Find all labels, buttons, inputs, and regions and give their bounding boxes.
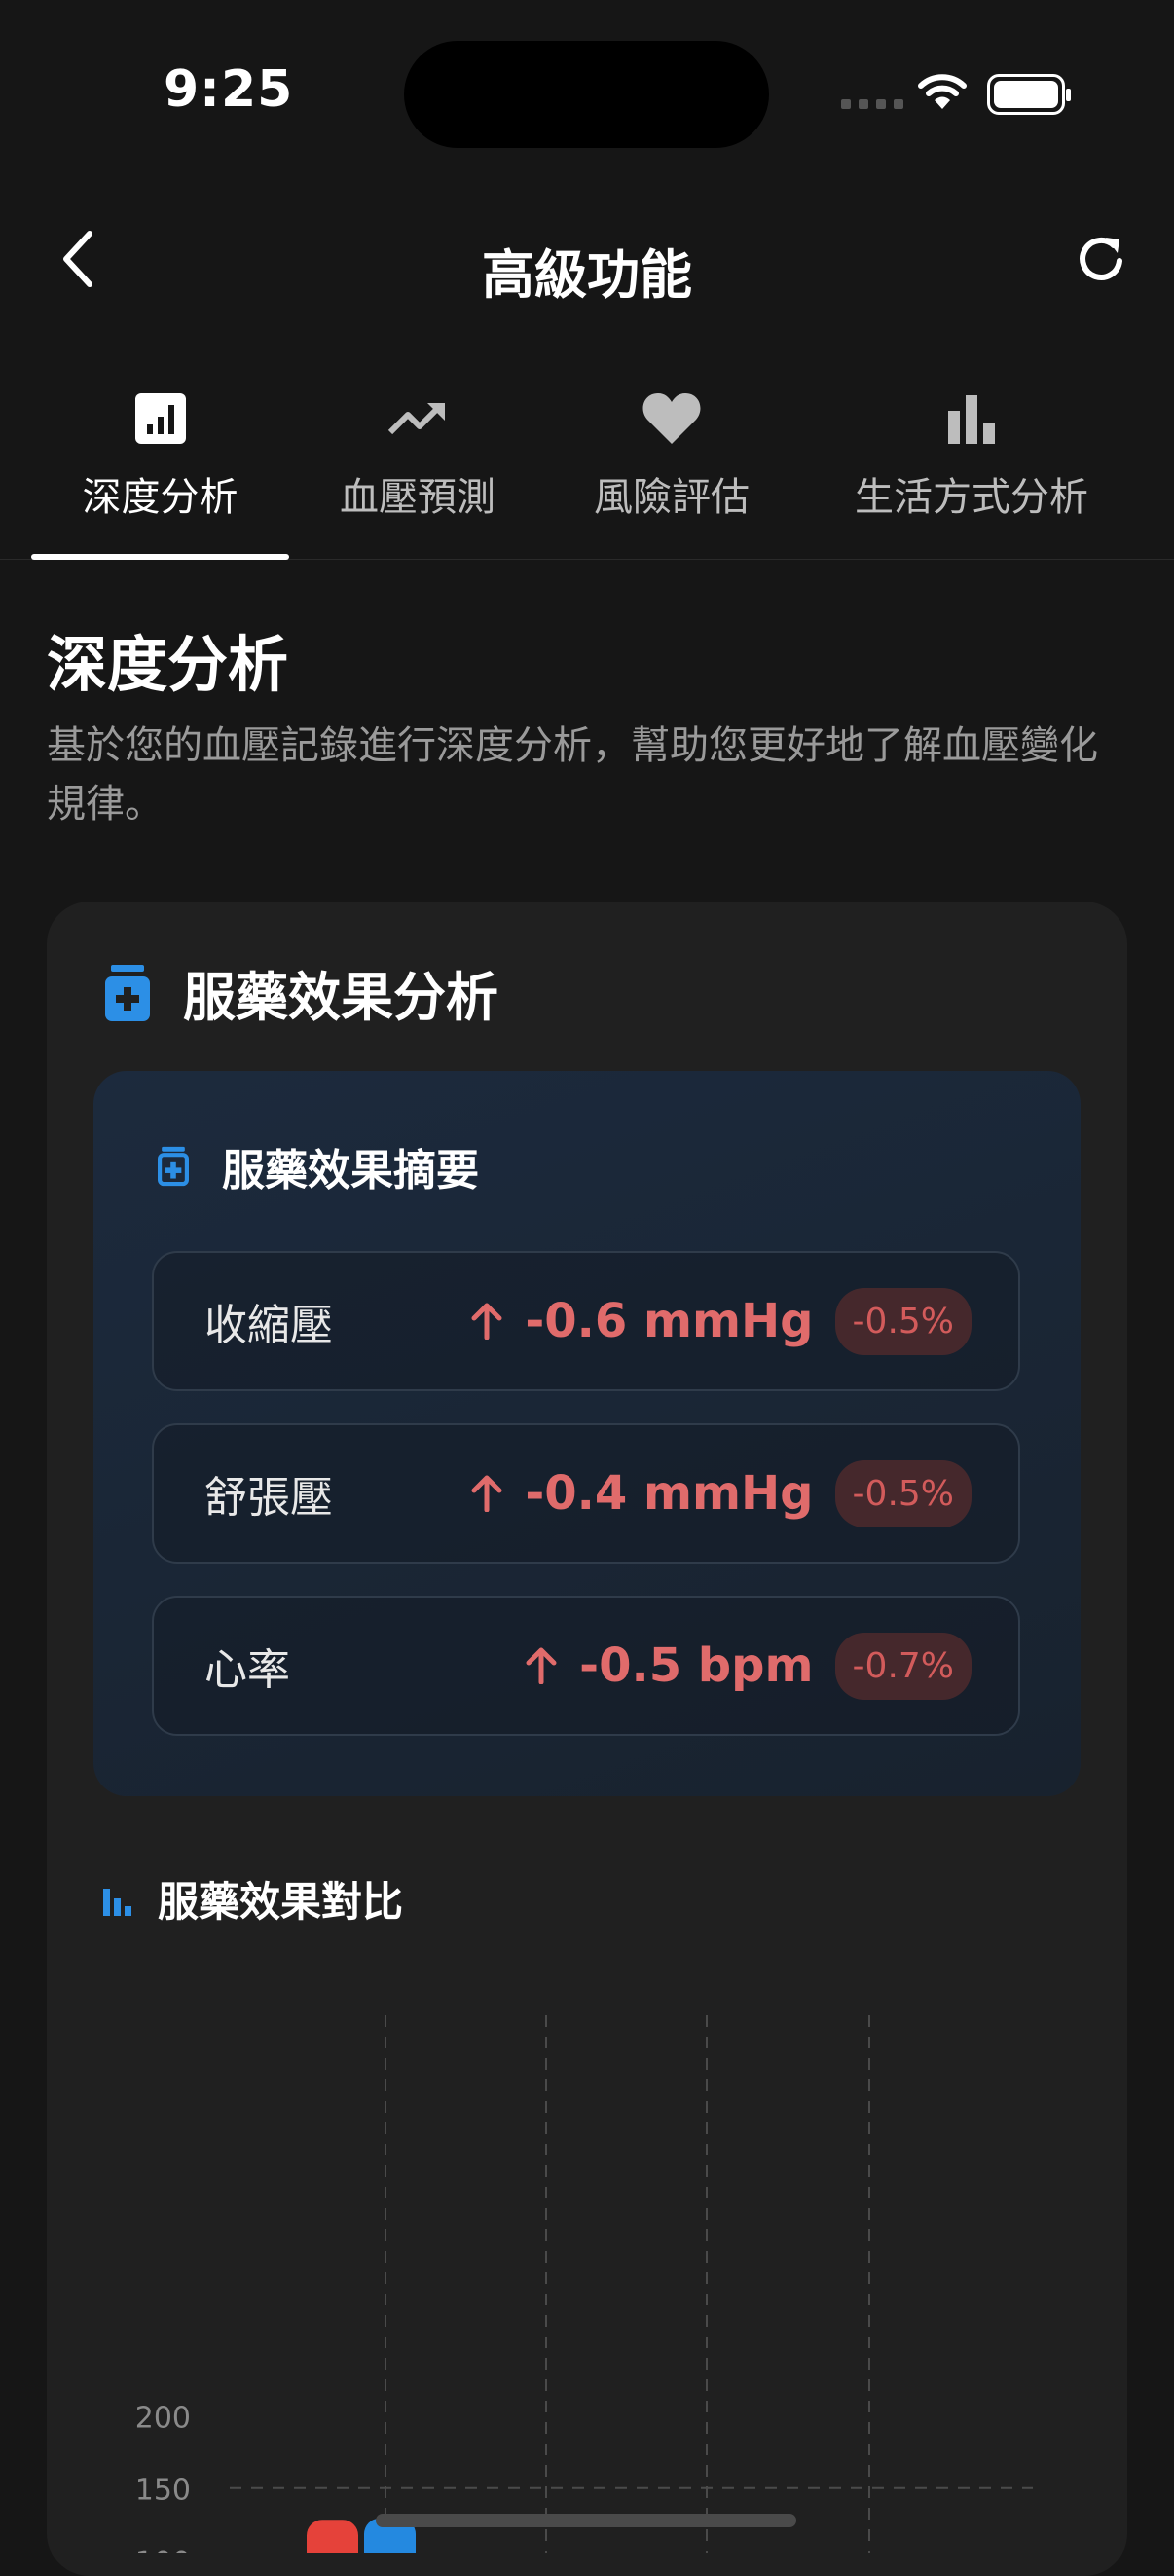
row-value: -0.5 bpm [579, 1638, 814, 1693]
summary-row-diastolic: 舒張壓 -0.4 mmHg -0.5% [152, 1423, 1020, 1564]
summary-header: 服藥效果摘要 [158, 1135, 479, 1197]
home-indicator [376, 2514, 796, 2527]
dynamic-island [404, 41, 769, 148]
y-tick-label: 200 [135, 2402, 191, 2436]
arrow-up-icon [471, 1475, 502, 1512]
percent-badge: -0.5% [834, 1459, 972, 1527]
tab-label: 血壓預測 [340, 475, 495, 520]
row-label: 心率 [204, 1645, 290, 1695]
percent-badge: -0.7% [834, 1632, 972, 1700]
summary-row-heart-rate: 心率 -0.5 bpm -0.7% [152, 1596, 1020, 1736]
medication-icon [105, 964, 150, 1021]
card-header: 服藥效果分析 [105, 954, 498, 1031]
cellular-signal-icon [841, 99, 903, 109]
tab-risk-assessment[interactable]: 風險評估 [574, 389, 769, 522]
battery-icon [987, 74, 1071, 115]
comparison-bar-chart: 20015010050 [135, 2015, 1033, 2553]
summary-title: 服藥效果摘要 [222, 1146, 479, 1196]
tab-lifestyle-analysis[interactable]: 生活方式分析 [839, 389, 1104, 522]
arrow-up-icon [471, 1303, 502, 1340]
analytics-icon [134, 393, 186, 444]
bar-chart-icon [948, 395, 995, 444]
tab-deep-analysis[interactable]: 深度分析 [31, 389, 289, 522]
trending-up-icon [387, 402, 445, 435]
row-value: -0.6 mmHg [525, 1294, 814, 1348]
row-label: 收縮壓 [204, 1301, 333, 1350]
status-time: 9:25 [164, 60, 294, 119]
page-title: 高級功能 [482, 244, 692, 306]
tab-label: 深度分析 [82, 475, 238, 520]
percent-badge: -0.5% [834, 1287, 972, 1355]
refresh-icon[interactable] [1075, 232, 1129, 286]
tab-label: 生活方式分析 [855, 475, 1088, 520]
bar-chart-icon [103, 1888, 131, 1916]
y-tick-label: 100 [135, 2546, 191, 2553]
y-tick-label: 150 [135, 2474, 191, 2508]
active-tab-indicator [31, 554, 289, 560]
row-label: 舒張壓 [204, 1473, 333, 1523]
medication-icon [158, 1146, 189, 1187]
section-description: 基於您的血壓記錄進行深度分析，幫助您更好地了解血壓變化規律。 [47, 723, 1098, 827]
tab-label: 風險評估 [594, 475, 750, 520]
arrow-up-icon [526, 1647, 557, 1684]
heart-icon [642, 393, 701, 444]
comparison-header: 服藥效果對比 [101, 1869, 403, 1929]
summary-row-systolic: 收縮壓 -0.6 mmHg -0.5% [152, 1251, 1020, 1391]
comparison-title: 服藥效果對比 [158, 1878, 404, 1926]
section-title: 深度分析 [47, 629, 289, 700]
bar [307, 2520, 358, 2553]
tab-bp-prediction[interactable]: 血壓預測 [321, 389, 514, 522]
wifi-icon [918, 74, 967, 109]
card-title: 服藥效果分析 [183, 967, 498, 1028]
row-value: -0.4 mmHg [525, 1466, 814, 1521]
